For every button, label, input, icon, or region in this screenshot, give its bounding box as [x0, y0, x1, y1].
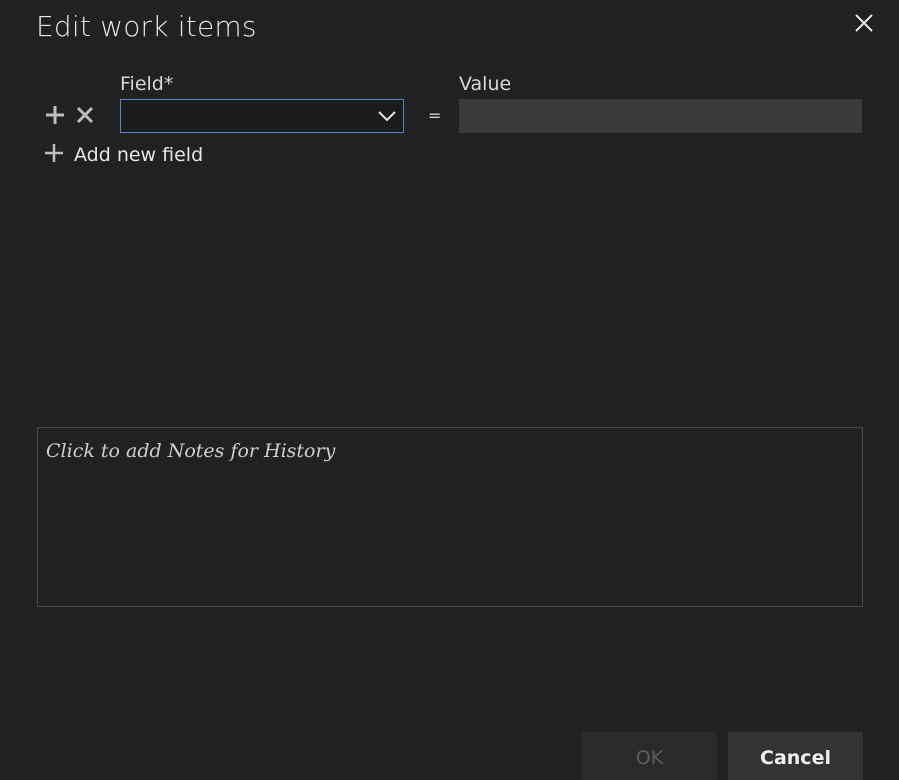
row-actions: [44, 104, 96, 126]
edit-work-items-dialog: Edit work items Field* Value = Add new f…: [0, 0, 899, 780]
plus-icon[interactable]: [44, 104, 66, 126]
add-new-field-label: Add new field: [74, 144, 204, 166]
add-new-field-button[interactable]: Add new field: [44, 143, 203, 167]
ok-button[interactable]: OK: [582, 732, 717, 780]
plus-icon: [44, 143, 64, 167]
notes-placeholder: Click to add Notes for History: [46, 440, 336, 462]
x-icon[interactable]: [74, 104, 96, 126]
cancel-button[interactable]: Cancel: [728, 732, 863, 780]
equals-sign: =: [428, 106, 442, 125]
value-column-label: Value: [459, 73, 512, 95]
history-notes-field[interactable]: Click to add Notes for History: [37, 427, 863, 607]
chevron-down-icon: [377, 108, 397, 124]
dialog-title: Edit work items: [36, 10, 257, 43]
value-input[interactable]: [459, 99, 862, 133]
field-column-label: Field*: [120, 73, 174, 95]
close-icon[interactable]: [853, 12, 875, 34]
field-select[interactable]: [120, 99, 404, 133]
